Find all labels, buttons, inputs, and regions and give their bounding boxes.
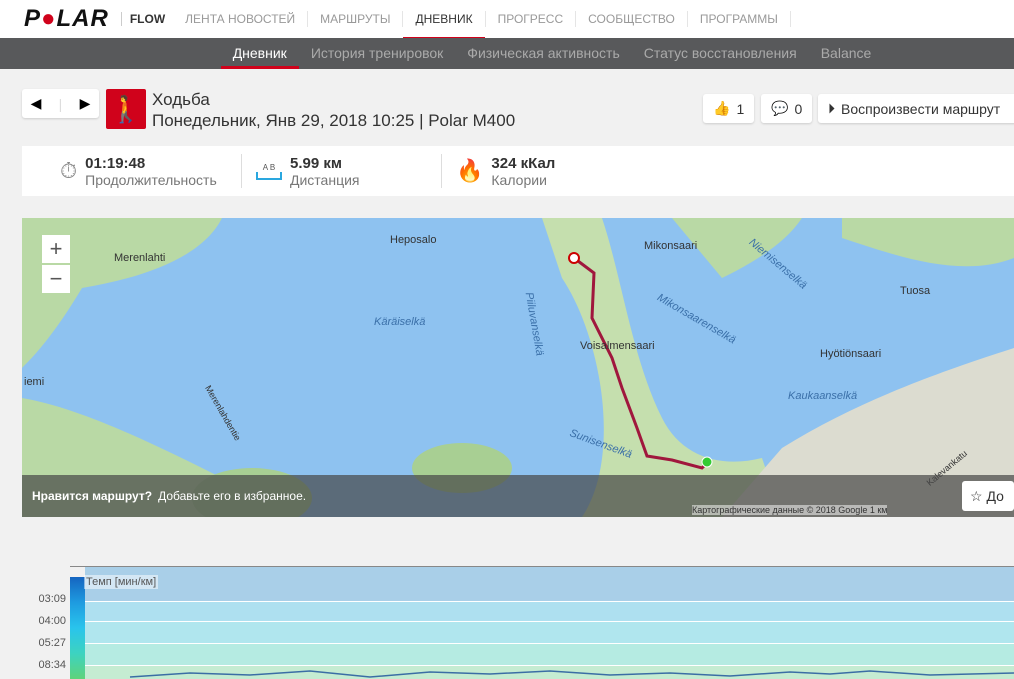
stopwatch-icon: ⏱ [60,158,78,183]
nav-programs[interactable]: ПРОГРАММЫ [688,11,791,27]
distance-label: Дистанция [290,171,360,188]
tab-balance[interactable]: Balance [809,38,884,69]
zoom-out-button[interactable]: − [42,265,70,293]
nav-community[interactable]: СООБЩЕСТВО [576,11,688,27]
distance-value: 5.99 км [290,154,342,172]
like-button[interactable]: 👍 1 [703,94,755,123]
duration-value: 01:19:48 [85,154,146,172]
map-terrain [22,218,1014,517]
add-favorite-button[interactable]: ☆ До [962,481,1014,511]
distance-icon: A B [256,163,282,180]
map-label: Hyötiönsaari [820,348,882,360]
map-label: Kaukaanselkä [788,390,858,402]
polar-logo[interactable]: P●LAR [24,5,109,33]
map-label: Käräiselkä [374,316,426,328]
next-arrow-icon[interactable]: ▶ [80,95,91,112]
nav-diary[interactable]: ДНЕВНИК [403,11,486,40]
star-icon: ☆ [970,488,983,504]
tab-diary[interactable]: Дневник [220,38,299,69]
route-end-marker [701,456,713,468]
play-icon: ⏵ [828,100,835,116]
map-label: Merenlahti [114,252,166,264]
banner-text: Добавьте его в избранное. [158,489,307,503]
top-navigation: P●LAR FLOW ЛЕНТА НОВОСТЕЙ МАРШРУТЫ ДНЕВН… [0,0,1014,40]
sport-name: Ходьба [152,90,210,109]
y-tick: 05:27 [38,637,66,649]
session-subtitle: Понедельник, Янв 29, 2018 10:25 | Polar … [152,111,516,130]
flow-label: FLOW [120,12,165,26]
comment-count: 0 [794,100,803,117]
comment-button[interactable]: 💬 0 [761,94,813,123]
y-tick: 04:00 [38,615,66,627]
session-nav: ◀ | ▶ [22,89,99,118]
nav-routes[interactable]: МАРШРУТЫ [308,11,404,27]
map-attribution: Картографические данные © 2018 Google 1 … [692,505,888,515]
play-route-button[interactable]: ⏵ Воспроизвести маршрут [818,94,1014,123]
duration-label: Продолжительность [85,171,217,188]
calories-value: 324 кКал [491,154,556,172]
pace-chart: Темп [мин/км] [70,566,1014,679]
map-label: Heposalo [390,234,437,246]
thumbs-up-icon: 👍 [713,100,731,116]
walking-icon: 🚶 [106,89,146,129]
zoom-in-button[interactable]: + [42,235,70,263]
y-tick: 03:09 [38,593,66,605]
tab-activity[interactable]: Физическая активность [455,38,631,69]
map-label: Tuosa [900,285,931,297]
calories-label: Калории [491,171,547,188]
tab-training-history[interactable]: История тренировок [299,38,455,69]
play-route-label: Воспроизвести маршрут [841,100,1001,117]
route-start-marker [568,252,580,264]
comment-icon: 💬 [771,100,789,116]
banner-question: Нравится маршрут? [32,489,153,503]
sub-navigation: Дневник История тренировок Физическая ак… [0,38,1014,69]
like-count: 1 [736,100,745,117]
tab-recovery[interactable]: Статус восстановления [632,38,809,69]
prev-arrow-icon[interactable]: ◀ [31,95,42,112]
route-map[interactable]: Heposalo Merenlahti Mikonsaari Niemisens… [22,218,1014,517]
flame-icon: 🔥 [456,158,484,183]
nav-progress[interactable]: ПРОГРЕСС [486,11,577,27]
map-label: Voisalmensaari [580,340,655,352]
nav-feed[interactable]: ЛЕНТА НОВОСТЕЙ [173,11,309,27]
y-tick: 08:34 [38,659,66,671]
pace-line [129,670,1014,678]
map-label: Mikonsaari [644,240,698,252]
map-label: iemi [24,376,45,388]
summary-stats: ⏱ 01:19:48 Продолжительность A B 5.99 км Д… [22,146,1014,196]
